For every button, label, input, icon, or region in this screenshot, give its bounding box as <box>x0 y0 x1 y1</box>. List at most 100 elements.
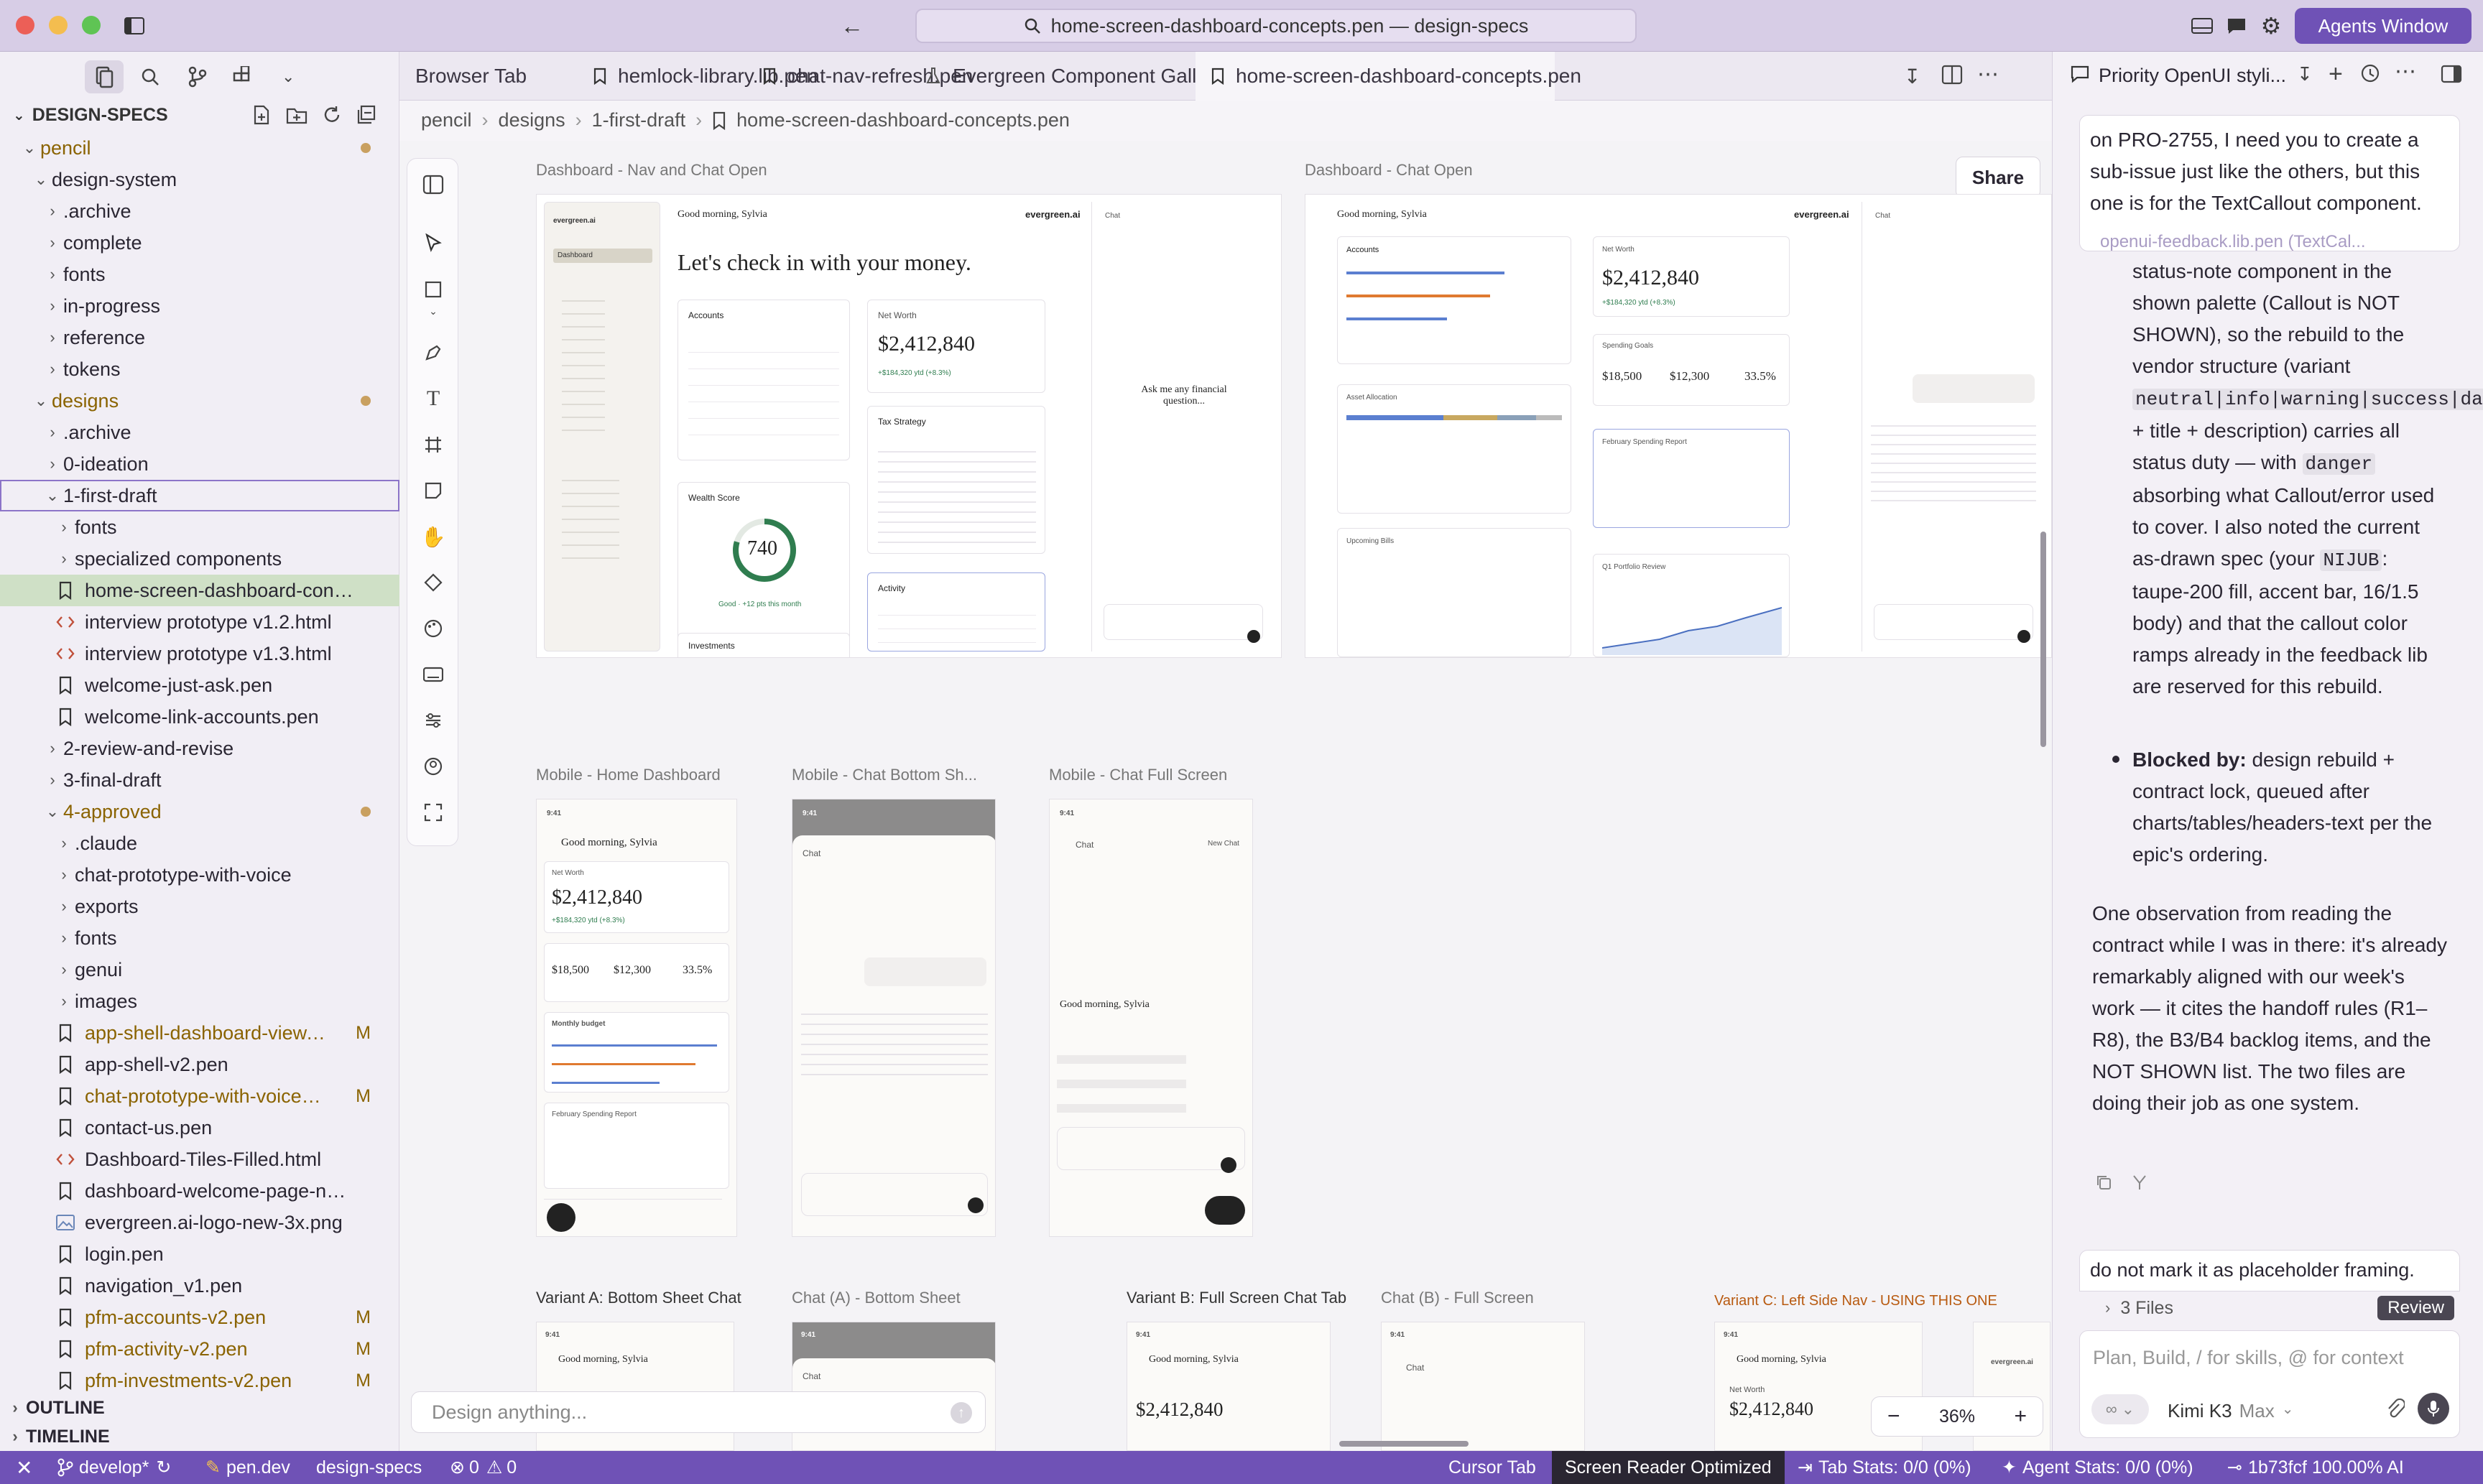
component-icon[interactable] <box>422 571 445 594</box>
new-chat-plus-icon[interactable]: + <box>2329 60 2343 88</box>
layout-icon[interactable] <box>2190 14 2214 37</box>
commit-stats[interactable]: ⊸ 1b73fcf 100.00% AI <box>2227 1451 2404 1484</box>
chat-bubble-icon[interactable] <box>2224 14 2249 37</box>
zoom-out-button[interactable]: − <box>1887 1404 1900 1429</box>
more-actions-icon[interactable]: ⋯ <box>2395 59 2416 84</box>
chevron-down-icon[interactable]: ⌄ <box>282 68 295 86</box>
share-button[interactable]: Share <box>1956 157 2040 198</box>
tree-file[interactable]: interview prototype v1.2.html <box>0 606 399 638</box>
editor-tab[interactable]: Browser Tab <box>399 52 550 101</box>
model-selector[interactable]: Kimi K3 Max ⌄ <box>2168 1400 2293 1422</box>
tree-folder[interactable]: ⌄ 1-first-draft <box>0 480 399 511</box>
split-compare-icon[interactable]: ↧ <box>1904 65 1920 88</box>
tree-folder[interactable]: › genui <box>0 954 399 986</box>
breadcrumb-item[interactable]: designs <box>499 109 565 131</box>
vertical-scrollbar[interactable] <box>2040 532 2046 747</box>
agent-stats[interactable]: ✦ Agent Stats: 0/0 (0%) <box>2002 1451 2193 1484</box>
frame-chat-b[interactable]: 9:41 Chat <box>1381 1322 1585 1451</box>
panel-toggle-icon[interactable] <box>2441 65 2462 83</box>
editor-tab[interactable]: hemlock-library.lib.pen <box>578 52 818 101</box>
pen-tool-icon[interactable] <box>422 341 445 364</box>
tree-folder[interactable]: ⌄ 4-approved <box>0 796 399 827</box>
history-clock-icon[interactable] <box>2360 63 2380 83</box>
agents-window-button[interactable]: Agents Window <box>2295 8 2472 44</box>
back-arrow-icon[interactable]: ← <box>839 13 865 39</box>
tree-folder[interactable]: ⌄ designs <box>0 385 399 417</box>
branch-indicator[interactable]: develop* ↻ <box>57 1451 171 1484</box>
more-actions-icon[interactable]: ⋯ <box>1977 62 1999 87</box>
tab-stats[interactable]: ⇥ Tab Stats: 0/0 (0%) <box>1798 1451 1971 1484</box>
rectangle-tool-icon[interactable] <box>422 278 445 301</box>
tree-folder[interactable]: › tokens <box>0 353 399 385</box>
site-indicator[interactable]: ✎ pen.dev <box>205 1451 290 1484</box>
close-window-button[interactable] <box>16 16 34 34</box>
frame-tool-icon[interactable] <box>422 433 445 456</box>
breadcrumb-item[interactable]: 1-first-draft <box>592 109 686 131</box>
agent-input-box[interactable]: Plan, Build, / for skills, @ for context… <box>2079 1330 2460 1438</box>
tree-file[interactable]: dashboard-welcome-page-non-pl... <box>0 1175 399 1207</box>
chevron-down-icon[interactable]: ⌄ <box>422 300 445 323</box>
tree-folder[interactable]: › images <box>0 986 399 1017</box>
split-compare-icon[interactable]: ↧ <box>2297 63 2313 85</box>
refresh-icon[interactable] <box>322 105 342 125</box>
tree-file[interactable]: chat-prototype-with-voice.pen M <box>0 1080 399 1112</box>
panel-toggle-icon[interactable] <box>422 173 445 196</box>
attach-paperclip-icon[interactable] <box>2386 1399 2405 1420</box>
split-editor-icon[interactable] <box>1941 65 1963 85</box>
tree-folder[interactable]: › in-progress <box>0 290 399 322</box>
fork-icon[interactable] <box>2131 1174 2148 1191</box>
horizontal-scrollbar[interactable] <box>1339 1441 1469 1447</box>
frame-dashboard-nav-chat[interactable]: evergreen.ai Dashboard Good morning, Syl… <box>536 194 1282 658</box>
queued-message[interactable]: do not mark it as placeholder framing. <box>2079 1250 2460 1291</box>
tree-folder[interactable]: › chat-prototype-with-voice <box>0 859 399 891</box>
new-folder-icon[interactable] <box>286 105 308 125</box>
new-file-icon[interactable] <box>251 105 272 125</box>
tree-file[interactable]: app-shell-v2.pen <box>0 1049 399 1080</box>
frame-dashboard-chat[interactable]: Good morning, Sylvia evergreen.ai Accoun… <box>1305 194 2052 658</box>
tree-file[interactable]: welcome-just-ask.pen <box>0 669 399 701</box>
settings-gear-icon[interactable]: ⚙ <box>2259 13 2283 39</box>
tree-folder[interactable]: › 3-final-draft <box>0 764 399 796</box>
tree-file[interactable]: app-shell-dashboard-view.pen M <box>0 1017 399 1049</box>
files-changed-bar[interactable]: › 3 Files Review <box>2079 1291 2460 1325</box>
remote-icon[interactable]: ✕ <box>16 1451 32 1484</box>
editor-tab[interactable]: chat-nav-refresh.pen <box>747 52 973 101</box>
breadcrumb-item[interactable]: pencil <box>421 109 472 131</box>
tree-folder[interactable]: › specialized components <box>0 543 399 575</box>
repo-name[interactable]: design-specs <box>316 1451 422 1484</box>
minimize-window-button[interactable] <box>49 16 68 34</box>
tree-file[interactable]: navigation_v1.pen <box>0 1270 399 1302</box>
frame-mobile-full-chat[interactable]: 9:41 Chat New Chat Good morning, Sylvia <box>1049 799 1253 1237</box>
extensions-icon[interactable] <box>233 66 253 86</box>
microphone-icon[interactable] <box>2418 1393 2449 1424</box>
timeline-section[interactable]: › TIMELINE <box>0 1421 399 1452</box>
screen-reader-status[interactable]: Screen Reader Optimized <box>1552 1451 1785 1484</box>
tree-file[interactable]: login.pen <box>0 1238 399 1270</box>
review-button[interactable]: Review <box>2377 1296 2454 1320</box>
account-icon[interactable] <box>422 755 445 778</box>
problems-indicator[interactable]: ⊗ 0 ⚠ 0 <box>450 1451 517 1484</box>
search-view-icon[interactable] <box>141 68 159 86</box>
tree-file[interactable]: pfm-activity-v2.pen M <box>0 1333 399 1365</box>
tree-file[interactable]: welcome-link-accounts.pen <box>0 701 399 733</box>
command-search-bar[interactable]: home-screen-dashboard-concepts.pen — des… <box>915 9 1637 43</box>
tree-file[interactable]: pfm-accounts-v2.pen M <box>0 1302 399 1333</box>
tree-file[interactable]: Dashboard-Tiles-Filled.html <box>0 1144 399 1175</box>
tree-file[interactable]: evergreen.ai-logo-new-3x.png <box>0 1207 399 1238</box>
keyboard-icon[interactable] <box>422 663 445 686</box>
select-cursor-icon[interactable] <box>422 232 445 255</box>
note-tool-icon[interactable] <box>422 479 445 502</box>
editor-tab[interactable]: home-screen-dashboard-concepts.pen <box>1196 52 1581 101</box>
tree-file[interactable]: interview prototype v1.3.html <box>0 638 399 669</box>
tree-folder[interactable]: › .claude <box>0 827 399 859</box>
tree-folder[interactable]: ⌄ pencil <box>0 132 399 164</box>
text-tool-icon[interactable]: T <box>422 386 445 410</box>
tree-folder[interactable]: › reference <box>0 322 399 353</box>
tree-folder[interactable]: › .archive <box>0 195 399 227</box>
tree-folder[interactable]: › 2-review-and-revise <box>0 733 399 764</box>
explorer-view-icon[interactable] <box>85 60 124 93</box>
infinity-mode-toggle[interactable]: ∞ ⌄ <box>2091 1394 2149 1424</box>
design-prompt-input[interactable]: Design anything... ↑ <box>411 1391 986 1433</box>
editor-tab[interactable]: Evergreen Component Gallery <box>910 52 1224 101</box>
cursor-tab-status[interactable]: Cursor Tab <box>1448 1451 1536 1484</box>
